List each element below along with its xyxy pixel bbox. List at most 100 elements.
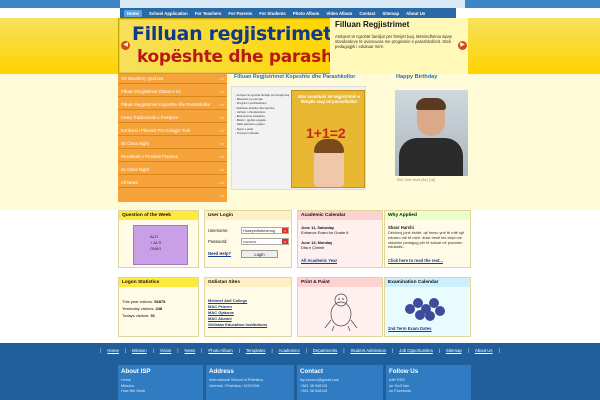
news-menu: 4th Blueberry Quizzes >> Filluan Regjistr… [118, 74, 227, 202]
nav-for-teachers[interactable]: For Teachers [195, 11, 222, 16]
separator: | [498, 347, 500, 353]
question-line-2: + ALTI [150, 240, 162, 245]
footer-address: Address International School of Prishtin… [206, 365, 294, 400]
slide-caption-title: Filluan Regjistrimet [335, 20, 410, 29]
footer-link[interactable]: Templates [246, 348, 266, 353]
nav-photo-album[interactable]: Photo Album [293, 11, 320, 16]
event-text: Dita e Çlirimit [301, 245, 325, 250]
child-hair [314, 139, 344, 153]
footer-link[interactable]: Mission [132, 348, 147, 353]
nav-school-application[interactable]: School Application [149, 11, 188, 16]
birthday-photo[interactable] [395, 90, 468, 176]
footer: | Home | Mission | Vision | News | Photo… [0, 343, 600, 400]
news-item[interactable]: Festa Tradicionale e Femijeve >> [118, 113, 227, 123]
news-item-all[interactable]: All News >> [118, 178, 227, 188]
footer-link[interactable]: Job Opportunities [399, 348, 433, 353]
event-text: Entrance Exam for Grade 6 [301, 230, 349, 235]
news-item[interactable]: Filluan Regjistrimet Kopeshte dhe Parash… [118, 100, 227, 110]
nav-about-us[interactable]: About Us [406, 11, 425, 16]
facebook-link[interactable]: on Facebook [386, 389, 471, 395]
slide-title: Filluan regjistrimet [132, 23, 330, 45]
why-applied-widget: Why Applied Shaxr Harshi Dëshiroj jonë ë… [384, 210, 471, 268]
password-input[interactable]: •••••••••• × [241, 238, 289, 245]
news-item[interactable]: Filluan Regjistrimet Klasat 1-10 >> [118, 87, 227, 97]
footer-link[interactable]: About Us [475, 348, 493, 353]
feature-poster[interactable]: Ambjent të ngrohtë familjar për fëmijët … [231, 86, 366, 190]
question-line-3: ONİKİ [150, 246, 161, 251]
berry [415, 310, 425, 320]
footer-link[interactable]: Sitemap [446, 348, 462, 353]
footer-link[interactable]: News [184, 348, 195, 353]
sites-widget: Gülistan Sites Mehmet Akif College MAC P… [204, 277, 292, 337]
stat-row: Yesterday visitors: 248 [122, 306, 162, 311]
footer-phone: +381 38 548116 [300, 389, 328, 393]
news-item[interactable]: 4th Blueberry Quizzes >> [118, 74, 227, 84]
nav-contact[interactable]: Contact [359, 11, 375, 16]
news-item[interactable]: 2b Class Night >> [118, 139, 227, 149]
clear-icon[interactable]: × [282, 228, 288, 233]
footer-about-link[interactable]: How We Work [118, 389, 203, 395]
stat-label: Todays visitors: [122, 313, 150, 318]
footer-link[interactable]: Photo Album [208, 348, 232, 353]
why-title: Why Applied [385, 211, 470, 220]
nav-for-parents[interactable]: For Parents [228, 11, 252, 16]
exam-dates-link[interactable]: 2nd Term Exam Dates [388, 326, 431, 331]
feature-title[interactable]: Filluan Regjistrimet Kopeshte dhe Parash… [234, 74, 355, 80]
top-strip [120, 0, 465, 8]
clear-icon[interactable]: × [282, 239, 288, 244]
news-item[interactable]: Konkursi i Planimit Për Kolegjin Turk >> [118, 126, 227, 136]
berry [425, 311, 435, 321]
footer-links: | Home | Mission | Vision | News | Photo… [0, 345, 600, 355]
username-value: HuseyinSekmenog [243, 229, 275, 233]
nav-video-album[interactable]: Video Album [326, 11, 352, 16]
exam-title: Examination Calendar [385, 278, 470, 287]
poster-bullets: Ambjent të ngrohtë familjar për fëmijët … [235, 93, 291, 135]
read-more-link[interactable]: Click here to read the rest... [388, 258, 443, 263]
footer-link[interactable]: Home [107, 348, 118, 353]
news-more[interactable]: >> [118, 191, 227, 201]
photo-hair [416, 98, 446, 110]
photo-shirt [399, 138, 463, 176]
stat-row: Todays visitors: 91 [122, 313, 155, 318]
site-link[interactable]: Mehmet Akif College [208, 298, 247, 303]
site-link[interactable]: MAC Gjakova [208, 310, 234, 315]
nav-sitemap[interactable]: Sitemap [382, 11, 399, 16]
separator: | [177, 347, 179, 353]
news-item[interactable]: 4a Class Night >> [118, 165, 227, 175]
footer-link[interactable]: Departments [313, 348, 338, 353]
nav-for-students[interactable]: For Students [259, 11, 286, 16]
separator: | [124, 347, 127, 353]
login-button[interactable]: Login [241, 250, 278, 258]
login-title: User Login [205, 211, 291, 220]
footer-link[interactable]: Student Admission [350, 348, 386, 353]
slide-next-button[interactable]: ▶ [458, 41, 467, 50]
site-link[interactable]: MAC Alumni [208, 316, 232, 321]
all-academic-year-link[interactable]: All Academic Year [301, 258, 337, 263]
slide-subtitle: kopështe dhe parashkollor [137, 47, 330, 67]
username-input[interactable]: HuseyinSekmenog × [241, 227, 289, 234]
footer-link[interactable]: Vision [160, 348, 172, 353]
stat-row: This year visitors: 56875 [122, 299, 165, 304]
stat-label: Yesterday visitors: [122, 306, 155, 311]
news-item[interactable]: Rezultatet e Provimit Pranues >> [118, 152, 227, 162]
question-title: Question of the Week [119, 211, 198, 220]
separator: | [238, 347, 240, 353]
stat-value: 248 [155, 306, 163, 311]
coloring-page-image[interactable] [322, 290, 360, 332]
stat-value: 91 [150, 313, 155, 318]
login-widget: User Login Username: HuseyinSekmenog × Pa… [204, 210, 292, 268]
print-paint-widget: Print & Paint [297, 277, 383, 337]
nav-home[interactable]: Home [124, 9, 142, 17]
footer-link[interactable]: Academics [279, 348, 300, 353]
slideshow-image[interactable]: Filluan regjistrimet kopështe dhe parash… [120, 20, 330, 72]
separator: | [392, 347, 394, 353]
site-link[interactable]: MAC Prizren [208, 304, 232, 309]
blueberries-image[interactable] [403, 290, 447, 324]
need-help-link[interactable]: Need Help? [208, 251, 231, 256]
question-image[interactable]: ALTI + ALTI ONİKİ [133, 225, 188, 265]
separator: | [201, 347, 203, 353]
site-link[interactable]: Gülistan Education Institutions [208, 322, 267, 327]
sites-title: Gülistan Sites [205, 278, 291, 287]
slide-prev-button[interactable]: ◀ [121, 41, 130, 50]
separator: | [438, 347, 440, 353]
